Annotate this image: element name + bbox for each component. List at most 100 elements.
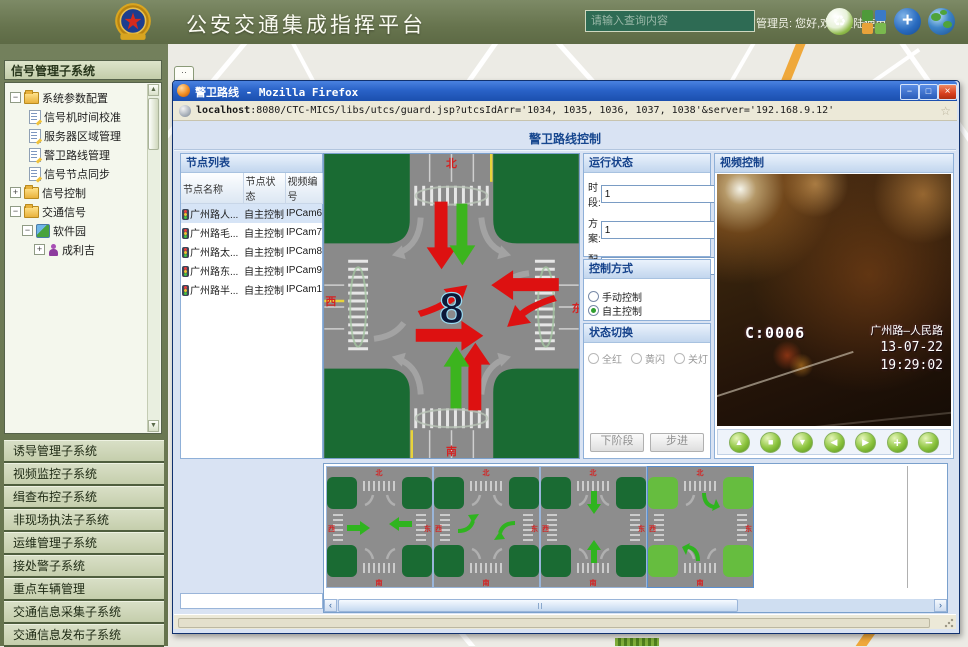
sidebar-item-video-surveillance[interactable]: 视频监控子系统 bbox=[4, 463, 164, 486]
tree-item-site[interactable]: − 软件园 bbox=[7, 221, 159, 240]
all-red-option[interactable]: 全红 bbox=[588, 350, 622, 368]
sidebar-item-investigation[interactable]: 缉查布控子系统 bbox=[4, 486, 164, 509]
person-icon bbox=[48, 244, 59, 256]
scrollbar-thumb[interactable] bbox=[338, 599, 738, 612]
tree-scrollbar[interactable]: ▲ ▼ bbox=[147, 84, 160, 432]
node-name: 广州路太... bbox=[190, 248, 238, 259]
ptz-stop-button[interactable]: ■ bbox=[760, 432, 781, 453]
sidebar-item-traffic-collection[interactable]: 交通信息采集子系统 bbox=[4, 601, 164, 624]
tree-item-folder[interactable]: + 信号控制 bbox=[7, 183, 159, 202]
ptz-zoom-out-button[interactable]: − bbox=[918, 432, 939, 453]
phase-thumbnail-3[interactable]: 北 西 东 南 bbox=[540, 466, 647, 588]
collapse-icon[interactable]: − bbox=[10, 206, 21, 217]
ptz-down-button[interactable]: ▼ bbox=[792, 432, 813, 453]
globe-icon[interactable] bbox=[928, 8, 955, 35]
scroll-right-icon[interactable]: › bbox=[934, 599, 947, 612]
node-status[interactable]: 自主控制 bbox=[243, 204, 285, 224]
lights-off-option[interactable]: 关灯 bbox=[674, 350, 708, 368]
table-row[interactable]: 广州路太... 自主控制 IPCam8 bbox=[181, 242, 322, 261]
scroll-up-icon[interactable]: ▲ bbox=[148, 84, 159, 96]
collapse-icon[interactable]: − bbox=[10, 92, 21, 103]
sidebar-item-traffic-release[interactable]: 交通信息发布子系统 bbox=[4, 624, 164, 647]
sidebar-item-guidance[interactable]: 诱导管理子系统 bbox=[4, 440, 164, 463]
horizontal-scrollbar[interactable]: ‹ › bbox=[324, 599, 947, 612]
phase-thumbnail-4-active[interactable]: 北 西 东 南 bbox=[647, 466, 754, 588]
tree-item-label: 信号机时间校准 bbox=[44, 109, 121, 125]
label-south: 南 bbox=[446, 444, 457, 458]
ptz-zoom-in-button[interactable]: + bbox=[887, 432, 908, 453]
add-plus-icon[interactable]: + bbox=[894, 8, 921, 35]
bookmark-star-icon[interactable]: ☆ bbox=[940, 104, 951, 118]
apps-grid-icon[interactable] bbox=[862, 10, 886, 34]
sidebar-item-ops-maintenance[interactable]: 运维管理子系统 bbox=[4, 532, 164, 555]
ptz-up-button[interactable]: ▲ bbox=[729, 432, 750, 453]
folder-icon bbox=[24, 187, 39, 199]
url-text[interactable]: localhost:8080/CTC-MICS/libs/utcs/guard.… bbox=[196, 105, 940, 116]
col-node-status[interactable]: 节点状态 bbox=[243, 173, 285, 204]
next-phase-button[interactable]: 下阶段 bbox=[590, 433, 644, 452]
table-row[interactable]: 广州路东... 自主控制 IPCam9 bbox=[181, 261, 322, 280]
run-status-header: 运行状态 bbox=[584, 154, 710, 173]
node-status[interactable]: 自主控制 bbox=[243, 223, 285, 242]
manual-control-option[interactable]: 手动控制 bbox=[586, 290, 708, 304]
maximize-button[interactable]: □ bbox=[919, 84, 938, 100]
cctv-video-feed[interactable]: C:0006 广州路—人民路 13-07-22 19:29:02 bbox=[717, 174, 951, 426]
ptz-right-button[interactable]: ▶ bbox=[855, 432, 876, 453]
tree-item-label: 软件园 bbox=[53, 223, 86, 239]
window-titlebar[interactable]: 警卫路线 - Mozilla Firefox − □ × bbox=[173, 81, 957, 101]
auto-control-option[interactable]: 自主控制 bbox=[586, 304, 708, 318]
tree-item-label: 信号节点同步 bbox=[44, 166, 110, 182]
close-button[interactable]: × bbox=[938, 84, 957, 100]
phase-thumbnail-2[interactable]: 北 西 东 南 bbox=[433, 466, 540, 588]
sidebar-active-system-header[interactable]: 信号管理子系统 bbox=[4, 60, 162, 80]
tree-item-folder[interactable]: − 交通信号 bbox=[7, 202, 159, 221]
divider bbox=[174, 149, 956, 151]
tree-item-leaf[interactable]: 信号节点同步 bbox=[7, 164, 159, 183]
expand-icon[interactable]: + bbox=[34, 244, 45, 255]
tree-item-label: 信号控制 bbox=[42, 185, 86, 201]
table-row[interactable]: 广州路半... 自主控制 IPCam10 bbox=[181, 280, 322, 299]
step-button[interactable]: 步进 bbox=[650, 433, 704, 452]
traffic-light-icon bbox=[182, 228, 189, 239]
tree-item-leaf[interactable]: 服务器区域管理 bbox=[7, 126, 159, 145]
yellow-flash-option[interactable]: 黄闪 bbox=[631, 350, 665, 368]
url-bar[interactable]: localhost:8080/CTC-MICS/libs/utcs/guard.… bbox=[173, 101, 957, 121]
node-status[interactable]: 自主控制 bbox=[243, 242, 285, 261]
radio-unchecked-icon[interactable] bbox=[588, 291, 599, 302]
video-control-header: 视频控制 bbox=[715, 154, 953, 173]
resize-grip[interactable] bbox=[944, 618, 954, 628]
scrollbar-thumb[interactable] bbox=[148, 98, 159, 150]
table-row[interactable]: 广州路人... 自主控制 IPCam6 bbox=[181, 204, 322, 224]
road-curb-line bbox=[717, 351, 854, 399]
window-tab-dots[interactable]: ·· bbox=[174, 66, 194, 81]
phase-thumbnail-1[interactable]: 北 西 东 南 bbox=[326, 466, 433, 588]
expand-icon[interactable]: + bbox=[10, 187, 21, 198]
ptz-left-button[interactable]: ◀ bbox=[824, 432, 845, 453]
tree-item-node[interactable]: + 成利吉 bbox=[7, 240, 159, 259]
camera-location-overlay: 广州路—人民路 bbox=[870, 322, 943, 338]
sidebar-item-offsite-enforcement[interactable]: 非现场执法子系统 bbox=[4, 509, 164, 532]
refresh-recycle-icon[interactable]: ♻ bbox=[826, 8, 853, 35]
collapse-icon[interactable]: − bbox=[22, 225, 33, 236]
tree-item-root[interactable]: − 系统参数配置 bbox=[7, 88, 159, 107]
globe-land bbox=[943, 21, 952, 28]
scroll-down-icon[interactable]: ▼ bbox=[148, 420, 159, 432]
document-icon bbox=[29, 129, 41, 143]
node-status[interactable]: 自主控制 bbox=[243, 280, 285, 299]
label-west: 西 bbox=[435, 525, 442, 533]
col-node-name[interactable]: 节点名称 bbox=[181, 173, 243, 204]
scroll-left-icon[interactable]: ‹ bbox=[324, 599, 337, 612]
col-video-id[interactable]: 视频编号 bbox=[285, 173, 322, 204]
label-north: 北 bbox=[697, 468, 704, 477]
table-row[interactable]: 广州路毛... 自主控制 IPCam7 bbox=[181, 223, 322, 242]
document-icon bbox=[29, 110, 41, 124]
page-title: 警卫路线控制 bbox=[174, 130, 956, 147]
minimize-button[interactable]: − bbox=[900, 84, 919, 100]
search-input[interactable] bbox=[585, 10, 755, 32]
sidebar-item-alarm-dispatch[interactable]: 接处警子系统 bbox=[4, 555, 164, 578]
tree-item-leaf[interactable]: 信号机时间校准 bbox=[7, 107, 159, 126]
node-status[interactable]: 自主控制 bbox=[243, 261, 285, 280]
radio-checked-icon[interactable] bbox=[588, 305, 599, 316]
sidebar-item-key-vehicle[interactable]: 重点车辆管理 bbox=[4, 578, 164, 601]
tree-item-leaf[interactable]: 警卫路线管理 bbox=[7, 145, 159, 164]
